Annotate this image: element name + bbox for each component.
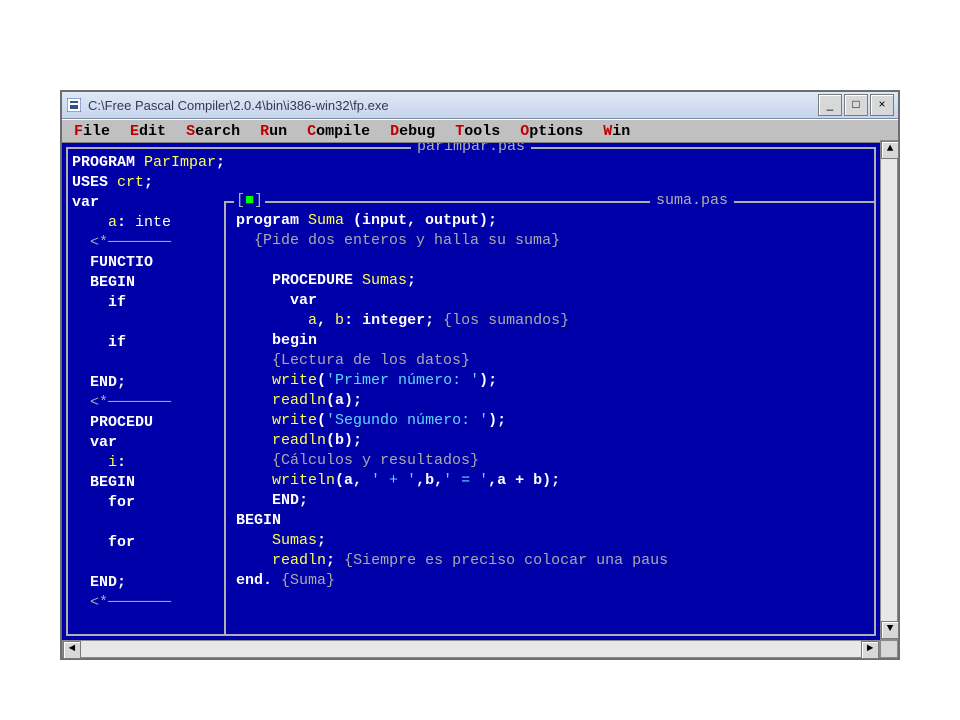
menu-file[interactable]: File: [64, 123, 120, 140]
menu-hotkey: R: [260, 123, 269, 140]
foreground-pane-code[interactable]: program Suma (input, output); {Pide dos …: [236, 211, 668, 591]
horizontal-scrollbar[interactable]: ◄ ►: [62, 640, 880, 658]
window-buttons: _ □ ×: [818, 94, 894, 116]
menu-debug[interactable]: Debug: [380, 123, 445, 140]
menu-hotkey: D: [390, 123, 399, 140]
titlebar[interactable]: C:\Free Pascal Compiler\2.0.4\bin\i386-w…: [62, 92, 898, 119]
bracket-right: ]: [254, 192, 263, 209]
foreground-pane-title: suma.pas: [650, 191, 734, 211]
menu-search[interactable]: Search: [176, 123, 250, 140]
vertical-scrollbar[interactable]: ▲ ▼: [880, 140, 898, 640]
scrollbar-corner: [880, 640, 898, 658]
menu-hotkey: C: [307, 123, 316, 140]
close-square-icon: ■: [245, 192, 254, 209]
scroll-left-icon[interactable]: ◄: [63, 641, 81, 659]
menu-hotkey: T: [455, 123, 464, 140]
menu-label: ebug: [399, 123, 435, 140]
scroll-down-icon[interactable]: ▼: [881, 621, 899, 639]
menu-win[interactable]: Win: [593, 123, 640, 140]
menu-edit[interactable]: Edit: [120, 123, 176, 140]
menu-hotkey: F: [74, 123, 83, 140]
menu-label: un: [269, 123, 287, 140]
menu-label: earch: [195, 123, 240, 140]
background-pane-title: parimpar.pas: [411, 143, 531, 157]
menu-hotkey: E: [130, 123, 139, 140]
menu-tools[interactable]: Tools: [445, 123, 510, 140]
application-window: C:\Free Pascal Compiler\2.0.4\bin\i386-w…: [60, 90, 900, 660]
menu-hotkey: S: [186, 123, 195, 140]
menu-label: ompile: [316, 123, 370, 140]
close-button[interactable]: ×: [870, 94, 894, 116]
pane-close-icon[interactable]: [■]: [234, 191, 265, 211]
minimize-button[interactable]: _: [818, 94, 842, 116]
menu-hotkey: W: [603, 123, 612, 140]
menu-label: in: [612, 123, 630, 140]
scroll-up-icon[interactable]: ▲: [881, 141, 899, 159]
menu-label: ools: [464, 123, 500, 140]
menu-label: ile: [83, 123, 110, 140]
scroll-right-icon[interactable]: ►: [861, 641, 879, 659]
bracket-left: [: [236, 192, 245, 209]
menu-label: dit: [139, 123, 166, 140]
editor-area: parimpar.pas PROGRAM ParImpar; USES crt;…: [62, 143, 880, 640]
menu-compile[interactable]: Compile: [297, 123, 380, 140]
maximize-button[interactable]: □: [844, 94, 868, 116]
background-pane-code[interactable]: PROGRAM ParImpar; USES crt; var a: inte …: [72, 153, 225, 613]
menu-hotkey: O: [520, 123, 529, 140]
window-title: C:\Free Pascal Compiler\2.0.4\bin\i386-w…: [88, 98, 812, 113]
menu-options[interactable]: Options: [510, 123, 593, 140]
menu-run[interactable]: Run: [250, 123, 297, 140]
menu-label: ptions: [529, 123, 583, 140]
app-icon: [66, 97, 82, 113]
menubar: FileEditSearchRunCompileDebugToolsOption…: [62, 119, 898, 143]
